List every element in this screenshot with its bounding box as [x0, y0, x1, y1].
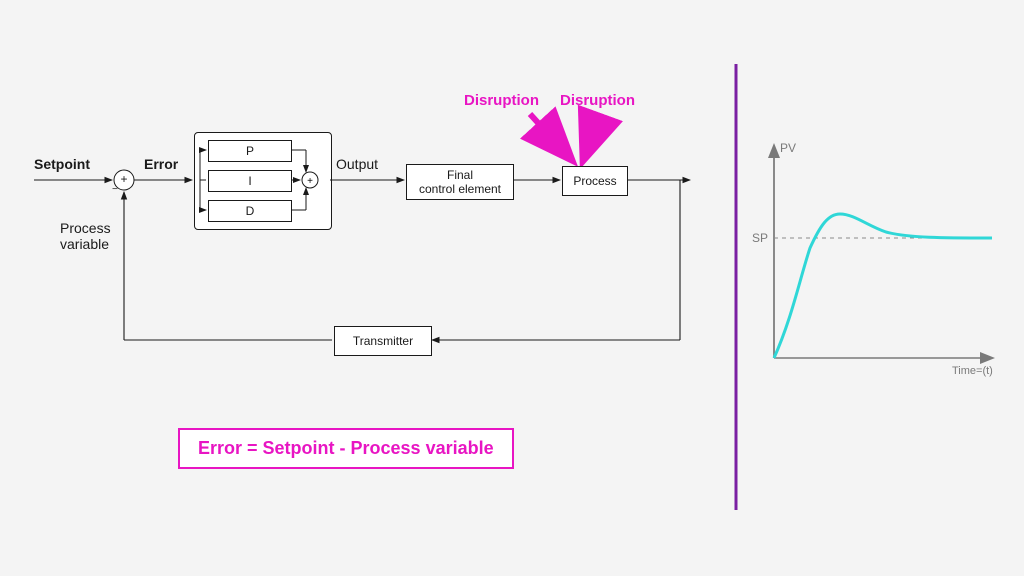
- block-transmitter: Transmitter: [334, 326, 432, 356]
- svg-text:+: +: [120, 172, 127, 186]
- block-process: Process: [562, 166, 628, 196]
- svg-text:−: −: [112, 184, 118, 195]
- chart-ylabel: PV: [780, 141, 796, 155]
- block-fce: Final control element: [406, 164, 514, 200]
- chart-sp-label: SP: [752, 231, 768, 245]
- chart-xlabel: Time=(t): [952, 365, 993, 377]
- error-formula: Error = Setpoint - Process variable: [178, 428, 514, 469]
- diagram-lines: + − + PV Time=(t) SP: [0, 0, 1024, 576]
- svg-text:+: +: [307, 176, 313, 187]
